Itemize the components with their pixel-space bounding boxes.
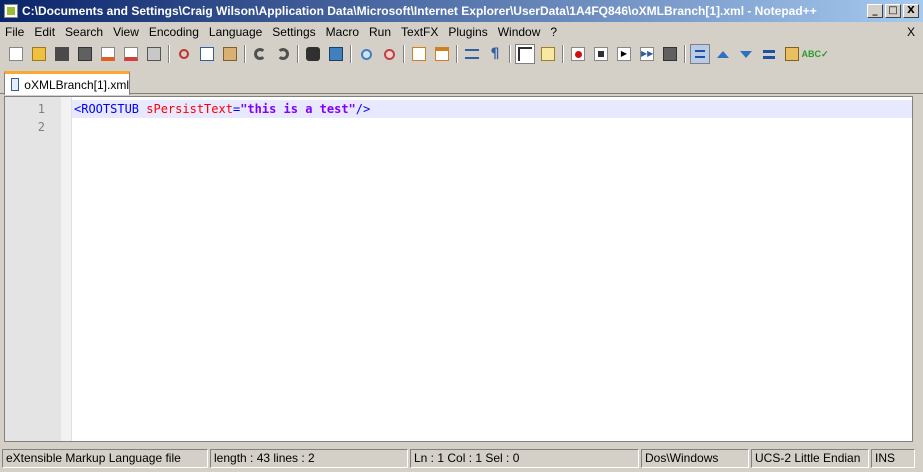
- indent-guide-icon[interactable]: [515, 44, 535, 64]
- save-icon[interactable]: [52, 44, 72, 64]
- status-encoding: UCS-2 Little Endian: [751, 449, 869, 468]
- tab-oxmlbranch[interactable]: oXMLBranch[1].xml: [4, 71, 130, 95]
- status-filetype: eXtensible Markup Language file: [2, 449, 208, 468]
- menu-settings[interactable]: Settings: [267, 23, 320, 41]
- line-number: 1: [37, 102, 45, 116]
- fold-margin[interactable]: [61, 97, 72, 441]
- close-button[interactable]: X: [903, 4, 919, 18]
- line-code[interactable]: <ROOTSTUB sPersistText="this is a test"/…: [72, 100, 912, 118]
- menu-language[interactable]: Language: [204, 23, 267, 41]
- status-length: length : 43 lines : 2: [210, 449, 408, 468]
- menu-search[interactable]: Search: [60, 23, 108, 41]
- user-lang-icon[interactable]: [538, 44, 558, 64]
- folder-search-icon[interactable]: [782, 44, 802, 64]
- status-bar: eXtensible Markup Language file length :…: [0, 449, 923, 470]
- menu-window[interactable]: Window: [493, 23, 546, 41]
- cut-icon[interactable]: [174, 44, 194, 64]
- print-icon[interactable]: [144, 44, 164, 64]
- word-wrap-icon[interactable]: [462, 44, 482, 64]
- xml-tag-close: />: [355, 102, 371, 116]
- arrow-down-icon[interactable]: [736, 44, 756, 64]
- menu-textfx[interactable]: TextFX: [396, 23, 443, 41]
- toolbar-separator: [297, 45, 299, 63]
- play-macro-icon[interactable]: ▶: [614, 44, 634, 64]
- tab-label: oXMLBranch[1].xml: [24, 77, 129, 92]
- sync-horizontal-icon[interactable]: [432, 44, 452, 64]
- run-multiple-icon[interactable]: ▶▶: [637, 44, 657, 64]
- menu-file[interactable]: File: [0, 23, 29, 41]
- zoom-in-icon[interactable]: [356, 44, 376, 64]
- menu-edit[interactable]: Edit: [29, 23, 60, 41]
- editor-line[interactable]: 2: [5, 118, 912, 136]
- new-file-icon[interactable]: [6, 44, 26, 64]
- find-icon[interactable]: [303, 44, 323, 64]
- menu-encoding[interactable]: Encoding: [144, 23, 204, 41]
- save-all-icon[interactable]: [75, 44, 95, 64]
- toolbar-separator: [403, 45, 405, 63]
- maximize-button[interactable]: □: [885, 4, 901, 18]
- menu-run[interactable]: Run: [364, 23, 396, 41]
- toolbar-separator: [168, 45, 170, 63]
- record-macro-icon[interactable]: [568, 44, 588, 64]
- toolbar: ¶ ▶ ▶▶ ABC✓: [0, 42, 923, 66]
- close-all-icon[interactable]: [121, 44, 141, 64]
- notepad-app-icon[interactable]: [4, 4, 18, 18]
- window-controls: _ □ X: [867, 4, 919, 18]
- document-icon: [11, 78, 20, 91]
- line-number-gutter: [5, 97, 61, 441]
- collapse-icon[interactable]: [690, 44, 710, 64]
- window-title: C:\Documents and Settings\Craig Wilson\A…: [22, 4, 817, 18]
- status-eol: Dos\Windows: [641, 449, 749, 468]
- xml-attribute: sPersistText: [146, 102, 233, 116]
- editor-area[interactable]: 1 <ROOTSTUB sPersistText="this is a test…: [4, 96, 913, 442]
- stop-record-icon[interactable]: [591, 44, 611, 64]
- title-bar: C:\Documents and Settings\Craig Wilson\A…: [0, 0, 923, 22]
- close-icon[interactable]: [98, 44, 118, 64]
- menu-help[interactable]: ?: [545, 23, 562, 41]
- toolbar-separator: [456, 45, 458, 63]
- replace-icon[interactable]: [326, 44, 346, 64]
- line-number: 2: [37, 120, 45, 134]
- editor-line[interactable]: 1 <ROOTSTUB sPersistText="this is a test…: [5, 100, 912, 118]
- close-document-button[interactable]: X: [907, 22, 915, 42]
- spellcheck-icon[interactable]: ABC✓: [801, 44, 828, 64]
- status-position: Ln : 1 Col : 1 Sel : 0: [410, 449, 639, 468]
- arrow-up-icon[interactable]: [713, 44, 733, 64]
- sync-vertical-icon[interactable]: [409, 44, 429, 64]
- toolbar-separator: [244, 45, 246, 63]
- menu-view[interactable]: View: [108, 23, 144, 41]
- paste-icon[interactable]: [220, 44, 240, 64]
- toolbar-separator: [350, 45, 352, 63]
- open-file-icon[interactable]: [29, 44, 49, 64]
- show-all-chars-icon[interactable]: ¶: [485, 44, 505, 64]
- menu-bar: File Edit Search View Encoding Language …: [0, 22, 923, 42]
- copy-icon[interactable]: [197, 44, 217, 64]
- tab-bar: oXMLBranch[1].xml: [0, 68, 923, 95]
- toolbar-separator: [684, 45, 686, 63]
- toolbar-separator: [509, 45, 511, 63]
- xml-attribute-value: "this is a test": [240, 102, 356, 116]
- sort-icon[interactable]: [759, 44, 779, 64]
- status-insert-mode: INS: [871, 449, 915, 468]
- xml-tag-open: <ROOTSTUB: [74, 102, 147, 116]
- undo-icon[interactable]: [250, 44, 270, 64]
- minimize-button[interactable]: _: [867, 4, 883, 18]
- save-macro-icon[interactable]: [660, 44, 680, 64]
- menu-plugins[interactable]: Plugins: [443, 23, 492, 41]
- redo-icon[interactable]: [273, 44, 293, 64]
- toolbar-separator: [562, 45, 564, 63]
- zoom-out-icon[interactable]: [379, 44, 399, 64]
- menu-macro[interactable]: Macro: [321, 23, 364, 41]
